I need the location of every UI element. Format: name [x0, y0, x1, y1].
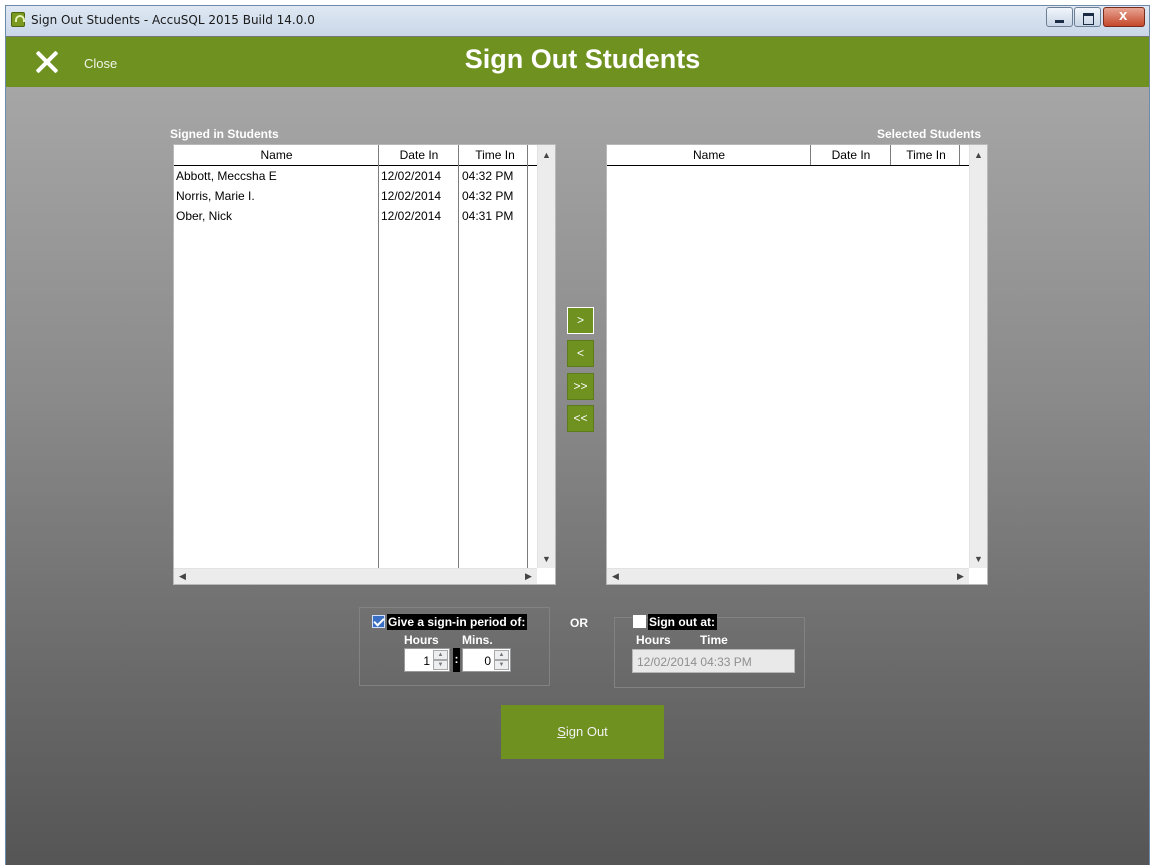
- title-bar: Sign Out Students - AccuSQL 2015 Build 1…: [6, 6, 1149, 36]
- time-separator: :: [453, 648, 460, 672]
- cell-date-in: 12/02/2014: [381, 189, 442, 203]
- hours-label: Hours: [636, 633, 671, 647]
- add-all-button[interactable]: >>: [567, 373, 594, 400]
- maximize-button[interactable]: [1074, 7, 1101, 27]
- scroll-up-icon[interactable]: ▲: [542, 151, 551, 160]
- horizontal-scrollbar[interactable]: ◀ ▶: [174, 568, 537, 584]
- hours-label: Hours: [404, 633, 439, 647]
- app-window: Sign Out Students - AccuSQL 2015 Build 1…: [5, 5, 1150, 865]
- sign-out-button[interactable]: Sign Out: [501, 705, 664, 759]
- col-date-in[interactable]: Date In: [811, 148, 891, 162]
- hours-stepper[interactable]: 1 ▲ ▼: [404, 648, 450, 672]
- cell-time-in: 04:31 PM: [462, 209, 514, 223]
- signed-in-list[interactable]: Name Date In Time In Abbott, Meccsha E 1…: [173, 144, 556, 585]
- scroll-down-icon[interactable]: ▼: [542, 555, 551, 564]
- signed-in-header: Name Date In Time In: [174, 145, 537, 166]
- period-checkbox[interactable]: [372, 615, 385, 628]
- cell-name: Norris, Marie I.: [176, 189, 255, 203]
- selected-label: Selected Students: [877, 127, 982, 141]
- mins-stepper[interactable]: 0 ▲ ▼: [462, 648, 511, 672]
- mins-spin-buttons[interactable]: ▲ ▼: [494, 650, 509, 670]
- col-name[interactable]: Name: [174, 148, 379, 162]
- sign-out-button-accelerator: S: [557, 724, 566, 739]
- spin-up-icon[interactable]: ▲: [494, 650, 509, 660]
- signout-time-field[interactable]: 12/02/2014 04:33 PM: [632, 649, 795, 673]
- vertical-scrollbar[interactable]: ▲ ▼: [969, 145, 987, 568]
- vertical-scrollbar[interactable]: ▲ ▼: [537, 145, 555, 568]
- time-label: Time: [700, 633, 728, 647]
- page-title: Sign Out Students: [464, 44, 701, 74]
- column-divider: [890, 145, 891, 165]
- sign-out-button-rest: ign Out: [565, 724, 608, 739]
- signout-at-checkbox[interactable]: [633, 615, 646, 628]
- cell-date-in: 12/02/2014: [381, 169, 442, 183]
- header-bar: Close Sign Out Students: [6, 37, 1149, 87]
- col-time-in[interactable]: Time In: [459, 148, 531, 162]
- cell-name: Ober, Nick: [176, 209, 233, 223]
- table-row[interactable]: Norris, Marie I. 12/02/2014 04:32 PM: [174, 186, 537, 206]
- scroll-left-icon[interactable]: ◀: [179, 572, 186, 581]
- scroll-right-icon[interactable]: ▶: [957, 572, 964, 581]
- window-close-button[interactable]: [1103, 7, 1145, 27]
- or-label: OR: [570, 616, 588, 630]
- main-content: Signed in Students Name Date In Time In …: [6, 87, 1149, 865]
- scroll-right-icon[interactable]: ▶: [525, 572, 532, 581]
- cell-name: Abbott, Meccsha E: [176, 169, 277, 183]
- signout-at-checkbox-label[interactable]: Sign out at:: [648, 614, 717, 630]
- signed-in-label: Signed in Students: [170, 127, 279, 141]
- cell-date-in: 12/02/2014: [381, 209, 442, 223]
- remove-one-button[interactable]: <: [567, 340, 594, 367]
- column-divider: [959, 145, 960, 165]
- scrollbar-corner: [537, 568, 555, 584]
- hours-value: 1: [423, 654, 430, 668]
- remove-all-button[interactable]: <<: [567, 405, 594, 432]
- scroll-left-icon[interactable]: ◀: [612, 572, 619, 581]
- selected-header: Name Date In Time In: [607, 145, 969, 166]
- col-name[interactable]: Name: [607, 148, 811, 162]
- hours-spin-buttons[interactable]: ▲ ▼: [433, 650, 448, 670]
- column-divider: [810, 145, 811, 165]
- table-row[interactable]: Ober, Nick 12/02/2014 04:31 PM: [174, 206, 537, 226]
- table-row[interactable]: Abbott, Meccsha E 12/02/2014 04:32 PM: [174, 166, 537, 186]
- scroll-up-icon[interactable]: ▲: [974, 151, 983, 160]
- window-title: Sign Out Students - AccuSQL 2015 Build 1…: [31, 13, 315, 27]
- mins-value: 0: [484, 654, 491, 668]
- app-lock-icon: [11, 12, 25, 27]
- selected-list[interactable]: Name Date In Time In ▲ ▼ ◀ ▶: [606, 144, 988, 585]
- horizontal-scrollbar[interactable]: ◀ ▶: [607, 568, 969, 584]
- spin-down-icon[interactable]: ▼: [494, 660, 509, 670]
- spin-up-icon[interactable]: ▲: [433, 650, 448, 660]
- minimize-button[interactable]: [1046, 7, 1073, 27]
- add-one-button[interactable]: >: [567, 307, 594, 334]
- period-checkbox-label[interactable]: Give a sign-in period of:: [387, 614, 528, 630]
- spin-down-icon[interactable]: ▼: [433, 660, 448, 670]
- scrollbar-corner: [969, 568, 987, 584]
- mins-label: Mins.: [462, 633, 493, 647]
- col-date-in[interactable]: Date In: [379, 148, 459, 162]
- cell-time-in: 04:32 PM: [462, 189, 514, 203]
- col-time-in[interactable]: Time In: [891, 148, 961, 162]
- scroll-down-icon[interactable]: ▼: [974, 555, 983, 564]
- cell-time-in: 04:32 PM: [462, 169, 514, 183]
